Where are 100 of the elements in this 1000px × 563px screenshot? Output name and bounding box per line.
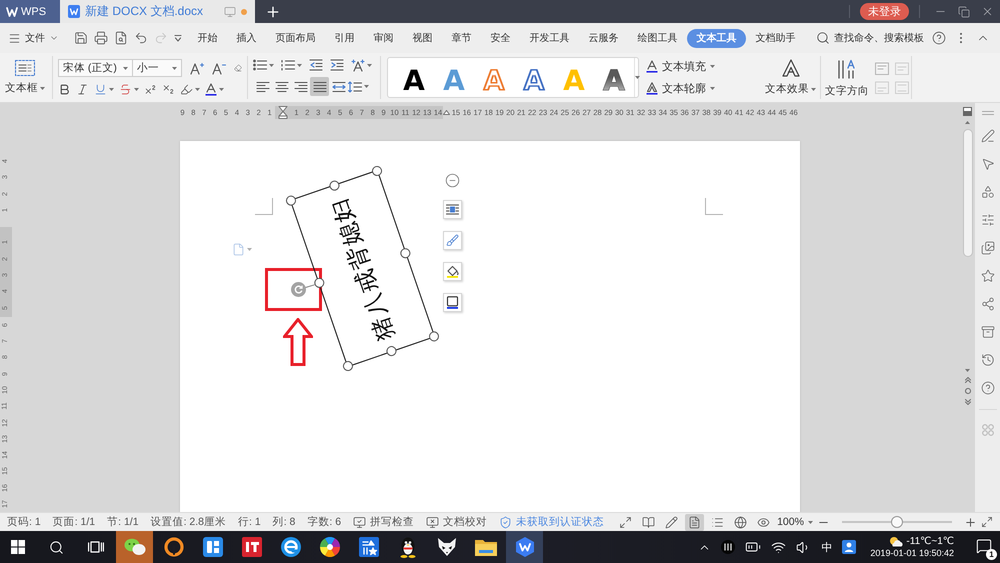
folder-icon[interactable]: [474, 538, 496, 556]
align-justify-button[interactable]: [310, 77, 329, 96]
resize-handle[interactable]: [327, 178, 340, 192]
share-icon[interactable]: [980, 297, 994, 311]
star-icon[interactable]: [980, 269, 994, 283]
user-tile-icon[interactable]: [842, 540, 856, 554]
input-method-indicator[interactable]: 中: [821, 540, 832, 554]
split-view-icon[interactable]: [963, 107, 972, 116]
print-preview-icon[interactable]: [114, 31, 128, 45]
menu-tab[interactable]: 安全: [481, 28, 520, 48]
menu-tab[interactable]: 云服务: [579, 28, 628, 48]
cursor-icon[interactable]: [980, 157, 994, 171]
chat-bubbles-icon[interactable]: [124, 538, 146, 556]
superscript-icon[interactable]: [144, 83, 157, 96]
pen-icon[interactable]: [980, 129, 994, 143]
text-fill-icon[interactable]: [646, 60, 658, 74]
menu-icon[interactable]: [8, 32, 21, 44]
text-outline-button[interactable]: 文本轮廓: [646, 80, 715, 96]
italic-icon[interactable]: [76, 83, 89, 96]
windows-logo-icon[interactable]: [11, 540, 25, 554]
save-icon[interactable]: [74, 31, 88, 45]
resize-handle[interactable]: [427, 330, 440, 342]
caret-icon[interactable]: [123, 66, 128, 70]
document-file-icon[interactable]: [68, 5, 80, 18]
align-center-icon[interactable]: [274, 80, 288, 93]
undo-icon[interactable]: [134, 31, 148, 45]
text-effect-icon[interactable]: [782, 59, 800, 77]
caret-icon[interactable]: [367, 64, 372, 67]
brush-button[interactable]: [443, 231, 462, 250]
menu-tab[interactable]: 文档助手: [746, 28, 805, 48]
fit-page-icon[interactable]: [980, 516, 993, 528]
next-page-icon[interactable]: [964, 399, 970, 405]
scroll-down-icon[interactable]: [965, 369, 970, 372]
font-color-icon[interactable]: [205, 83, 217, 96]
numbered-list-icon[interactable]: [281, 59, 295, 72]
caret-icon[interactable]: [811, 88, 816, 90]
bullet-list-icon[interactable]: [253, 59, 267, 72]
text-outline-icon[interactable]: [646, 82, 658, 95]
history-icon[interactable]: [980, 353, 994, 367]
text-box-button[interactable]: 文本框: [3, 57, 47, 98]
app-tile-icon[interactable]: [202, 537, 222, 557]
text-style-option[interactable]: A: [394, 60, 434, 94]
help-icon[interactable]: [980, 381, 994, 395]
wrap-lines-icon[interactable]: [446, 204, 459, 215]
tray-app-icon[interactable]: [721, 540, 736, 554]
browser-icon[interactable]: [280, 537, 300, 557]
caret-icon[interactable]: [40, 86, 45, 90]
grow-font-icon[interactable]: [190, 62, 204, 74]
resize-handle[interactable]: [384, 344, 397, 358]
browse-object-icon[interactable]: [964, 388, 970, 394]
weather-icon[interactable]: [889, 536, 904, 547]
new-tab-icon[interactable]: [265, 4, 281, 20]
hexagon-logo-icon[interactable]: [514, 537, 534, 557]
menu-tab[interactable]: 章节: [442, 28, 481, 48]
line-spacing-icon[interactable]: [348, 80, 362, 93]
pencil-icon[interactable]: [665, 516, 678, 528]
login-button[interactable]: 未登录: [860, 3, 909, 20]
expand-arrows-icon[interactable]: [619, 516, 632, 528]
notifications-icon[interactable]: [976, 538, 992, 554]
previous-page-icon[interactable]: [964, 377, 970, 383]
square-outline-icon[interactable]: [446, 296, 459, 309]
app-logo-icon[interactable]: [6, 6, 18, 16]
align-justify-icon[interactable]: [312, 80, 326, 93]
spell-check-button[interactable]: 拼写检查: [353, 515, 414, 529]
menu-tab[interactable]: 审阅: [364, 28, 403, 48]
globe-icon[interactable]: [734, 516, 748, 528]
bold-icon[interactable]: [58, 83, 71, 96]
zoom-level-dropdown[interactable]: 100%: [777, 516, 813, 528]
help-icon[interactable]: [932, 31, 946, 45]
caret-icon[interactable]: [710, 86, 715, 90]
caret-icon[interactable]: [635, 76, 640, 79]
caret-icon[interactable]: [134, 88, 139, 91]
pinwheel-icon[interactable]: [320, 537, 340, 557]
shapes-icon[interactable]: [980, 185, 994, 199]
paint-bucket-icon[interactable]: [446, 265, 459, 278]
resize-handle[interactable]: [398, 246, 412, 260]
caret-icon[interactable]: [195, 88, 200, 91]
font-name-field[interactable]: 宋体 (正文): [58, 59, 133, 77]
fill-button[interactable]: [443, 262, 462, 281]
font-size-field[interactable]: 小一: [132, 59, 182, 77]
resize-handle[interactable]: [341, 359, 354, 372]
caret-icon[interactable]: [172, 66, 177, 70]
task-view-icon[interactable]: [88, 540, 104, 554]
layout-options-button[interactable]: [443, 200, 462, 219]
ring-icon[interactable]: [164, 537, 184, 557]
caret-icon[interactable]: [269, 64, 274, 67]
brush-icon[interactable]: [446, 234, 459, 247]
rotate-handle[interactable]: [290, 282, 306, 296]
search-icon[interactable]: [816, 31, 830, 45]
eye-icon[interactable]: [757, 516, 770, 528]
fox-mask-icon[interactable]: [436, 537, 456, 557]
app-tab[interactable]: WPS: [0, 0, 60, 23]
text-effect-button[interactable]: 文本效果: [763, 56, 818, 99]
scroll-up-icon[interactable]: [965, 121, 970, 124]
text-style-option[interactable]: A: [514, 60, 554, 94]
menu-tab[interactable]: 开发工具: [520, 28, 579, 48]
highlighter-icon[interactable]: [180, 83, 193, 96]
menu-tab[interactable]: 视图: [403, 28, 442, 48]
taskbar-button[interactable]: [506, 531, 543, 563]
sliders-icon[interactable]: [980, 213, 994, 227]
